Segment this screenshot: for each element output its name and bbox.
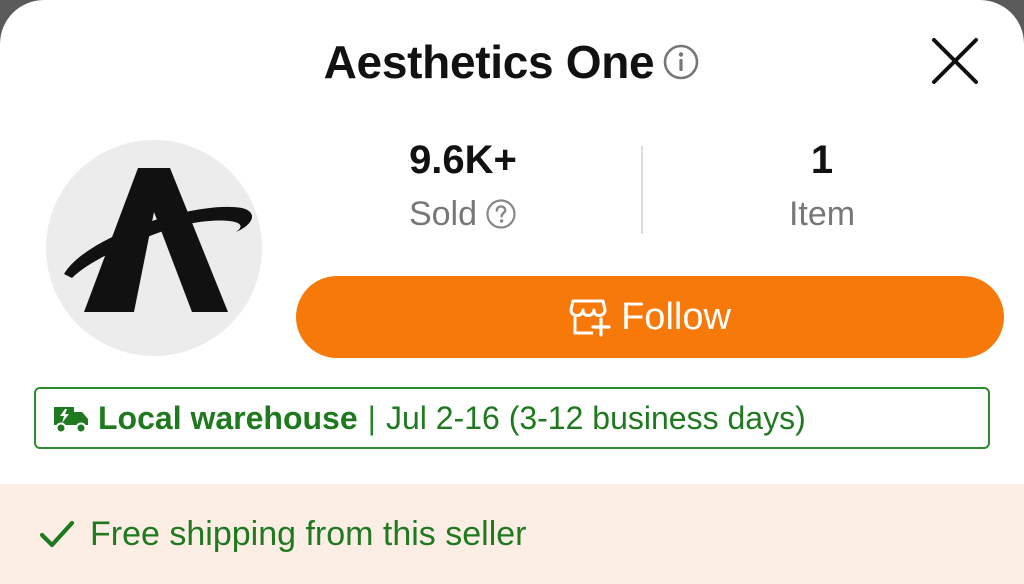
delivery-separator: | (367, 399, 376, 436)
question-circle-icon[interactable] (485, 198, 517, 230)
sheet-header: Aesthetics One (0, 32, 1024, 92)
sold-count: 9.6K+ (409, 138, 517, 182)
follow-label: Follow (621, 295, 731, 338)
item-count: 1 (810, 138, 834, 182)
aesthetics-one-logo-icon (64, 168, 253, 312)
sold-stat: 9.6K+ Sold (313, 136, 613, 234)
fast-truck-icon (52, 401, 90, 435)
warehouse-label: Local warehouse (98, 399, 358, 436)
item-label: Item (788, 195, 856, 233)
free-shipping-text: Free shipping from this seller (90, 514, 527, 553)
check-icon (38, 517, 76, 551)
free-shipping-banner: Free shipping from this seller (0, 484, 1024, 584)
info-icon[interactable] (662, 43, 700, 81)
store-info-sheet: Aesthetics One 9.6K+ Sold 1 Item Follow … (0, 0, 1024, 584)
sold-label: Sold (408, 195, 478, 233)
delivery-eta: Jul 2-16 (3-12 business days) (385, 399, 806, 436)
item-stat: 1 Item (672, 136, 972, 234)
store-name: Aesthetics One (323, 36, 655, 88)
store-add-icon (569, 297, 613, 337)
delivery-banner[interactable]: Local warehouse | Jul 2-16 (3-12 busines… (34, 387, 990, 449)
stats-divider (641, 146, 643, 234)
close-icon[interactable] (928, 34, 982, 88)
store-avatar[interactable] (46, 140, 262, 356)
follow-button[interactable]: Follow (296, 276, 1004, 358)
sold-label-row: Sold (313, 194, 613, 234)
